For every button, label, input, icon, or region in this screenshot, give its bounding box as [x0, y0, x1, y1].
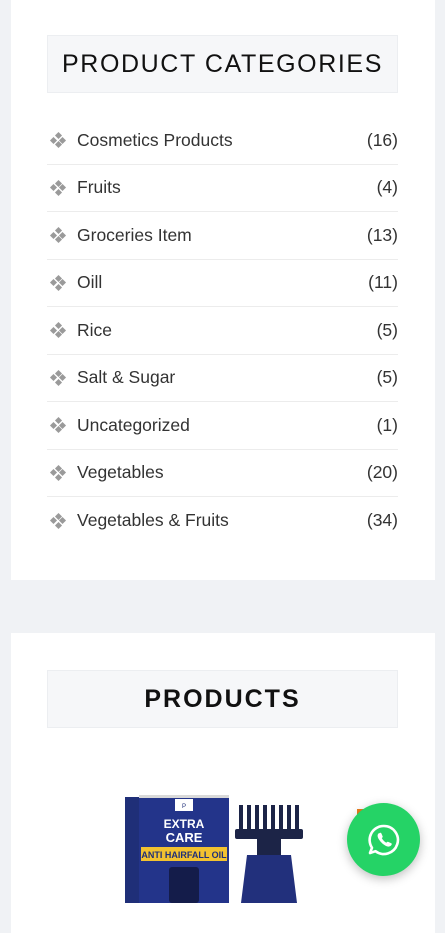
product-categories-widget: PRODUCT CATEGORIES Cosmetics Products (1…: [11, 0, 435, 580]
category-count: (16): [366, 129, 398, 150]
diamond-bullet-icon: [49, 132, 67, 149]
diamond-bullet-icon: [49, 179, 67, 196]
products-title: PRODUCTS: [47, 670, 398, 728]
category-count: (34): [366, 510, 398, 531]
category-name[interactable]: Vegetables: [77, 462, 367, 483]
diamond-bullet-icon: [49, 369, 67, 386]
category-name[interactable]: Salt & Sugar: [77, 367, 377, 388]
svg-text:P: P: [182, 804, 186, 810]
diamond-bullet-icon: [49, 227, 67, 244]
category-count: (4): [376, 177, 398, 198]
category-count: (1): [376, 414, 398, 435]
category-item-rice[interactable]: Rice (5): [47, 307, 398, 355]
diamond-bullet-icon: [49, 322, 67, 339]
categories-title: PRODUCT CATEGORIES: [47, 35, 398, 93]
category-count: (5): [376, 319, 398, 340]
category-name[interactable]: Rice: [77, 320, 377, 341]
category-item-fruits[interactable]: Fruits (4): [47, 165, 398, 212]
product-brand-line1: EXTRA: [164, 817, 205, 831]
category-name[interactable]: Uncategorized: [77, 415, 377, 436]
product-image[interactable]: P EXTRA CARE ANTI HAIRFALL OIL: [121, 793, 381, 903]
product-brand-line2: CARE: [166, 830, 203, 845]
category-count: (5): [376, 367, 398, 388]
category-count: (11): [368, 272, 398, 293]
diamond-bullet-icon: [49, 464, 67, 481]
category-item-vegetables-fruits[interactable]: Vegetables & Fruits (34): [47, 497, 398, 545]
category-item-salt-sugar[interactable]: Salt & Sugar (5): [47, 355, 398, 402]
diamond-bullet-icon: [49, 417, 67, 434]
category-name[interactable]: Fruits: [77, 177, 377, 198]
category-item-vegetables[interactable]: Vegetables (20): [47, 450, 398, 497]
products-widget: PRODUCTS P EXTRA CARE ANTI HAIRFALL OIL: [11, 633, 435, 933]
category-name[interactable]: Groceries Item: [77, 225, 367, 246]
category-item-groceries-item[interactable]: Groceries Item (13): [47, 212, 398, 260]
category-list: Cosmetics Products (16) Fruits (4) Groce…: [47, 117, 398, 545]
category-item-uncategorized[interactable]: Uncategorized (1): [47, 402, 398, 450]
diamond-bullet-icon: [49, 512, 67, 529]
category-item-oill[interactable]: Oill (11): [47, 260, 398, 307]
category-count: (13): [366, 224, 398, 245]
whatsapp-chat-button[interactable]: [347, 803, 420, 876]
product-type-line: ANTI HAIRFALL OIL: [141, 850, 227, 860]
category-name[interactable]: Vegetables & Fruits: [77, 510, 367, 531]
diamond-bullet-icon: [49, 274, 67, 291]
whatsapp-icon: [367, 824, 399, 855]
category-count: (20): [366, 462, 398, 483]
category-item-cosmetics-products[interactable]: Cosmetics Products (16): [47, 117, 398, 165]
category-name[interactable]: Oill: [77, 272, 368, 293]
category-name[interactable]: Cosmetics Products: [77, 130, 367, 151]
